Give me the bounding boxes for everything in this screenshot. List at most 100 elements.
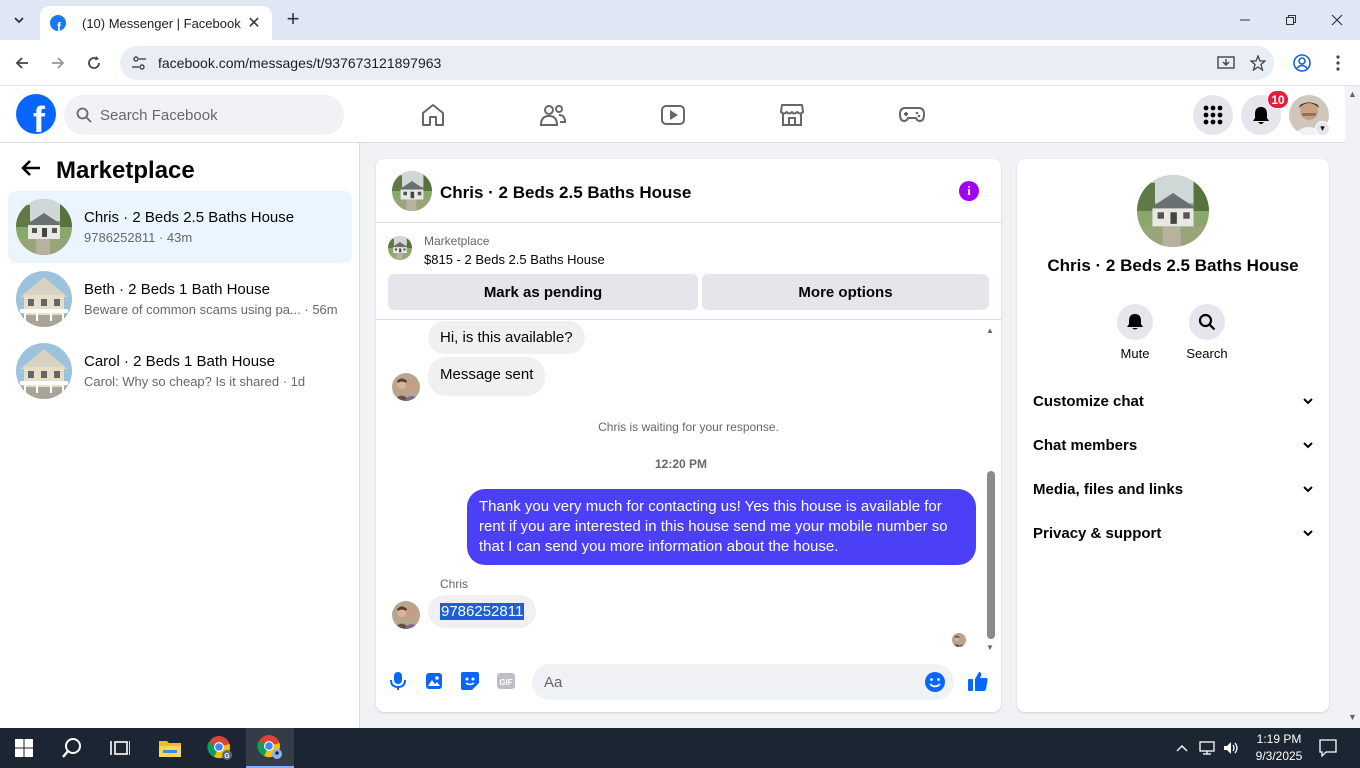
site-info-icon[interactable] [122, 55, 156, 71]
nav-gaming[interactable] [897, 100, 927, 130]
chrome-icon [257, 735, 282, 759]
conversation-item-beth[interactable]: Beth · 2 Beds 1 Bath House Beware of com… [8, 263, 352, 335]
install-app-icon[interactable] [1210, 55, 1242, 71]
restore-icon [1286, 15, 1296, 25]
chevron-down-icon [14, 17, 24, 24]
minimize-button[interactable] [1233, 8, 1257, 32]
page-scroll-up-arrow[interactable]: ▲ [1348, 89, 1357, 99]
back-arrow-icon[interactable] [20, 157, 44, 185]
search-input[interactable] [100, 106, 320, 124]
chat-members-row[interactable]: Chat members [1025, 423, 1321, 467]
new-tab-button[interactable]: + [282, 8, 304, 32]
chat-avatar[interactable] [392, 171, 432, 211]
task-view-button[interactable] [96, 728, 144, 768]
system-clock[interactable]: 1:19 PM 9/3/2025 [1248, 731, 1310, 765]
reload-button[interactable] [82, 51, 106, 75]
incoming-message-phone[interactable]: 9786252811 [428, 595, 537, 628]
conversation-preview: Carol: Why so cheap? Is it shared · 1d [84, 374, 306, 389]
taskbar-search-button[interactable] [48, 728, 96, 768]
account-caret-icon[interactable]: ▾ [1315, 121, 1330, 136]
tab-search-dropdown[interactable] [6, 8, 32, 32]
windows-taskbar: G 1:19 PM 9/3/2025 [0, 728, 1360, 768]
message-input[interactable] [544, 673, 904, 691]
search-in-conversation-button[interactable]: Search [1177, 304, 1237, 361]
conversation-preview: 9786252811 · 43m [84, 230, 193, 245]
scroll-down-arrow[interactable]: ▼ [986, 643, 994, 652]
scrollbar-thumb[interactable] [987, 471, 995, 639]
incoming-message[interactable]: Hi, is this available? [428, 321, 585, 354]
nav-friends[interactable] [538, 100, 568, 130]
message-input-box[interactable] [532, 664, 954, 700]
network-button[interactable] [1197, 738, 1217, 758]
close-window-button[interactable] [1325, 8, 1349, 32]
emoji-icon[interactable] [924, 671, 946, 693]
message-composer: GIF [376, 656, 1001, 708]
menu-button[interactable] [1193, 95, 1233, 135]
account-circle-icon [1293, 54, 1311, 72]
show-hidden-icons-button[interactable] [1172, 738, 1192, 758]
network-icon [1199, 741, 1215, 755]
maximize-button[interactable] [1279, 8, 1303, 32]
marketplace-sidebar: Marketplace Chris · 2 Beds 2.5 Baths Hou… [0, 143, 360, 728]
send-like-button[interactable] [966, 669, 990, 693]
chrome-button[interactable]: G [196, 728, 244, 768]
conversation-avatar [16, 271, 72, 327]
thumbs-up-icon [968, 672, 988, 691]
info-icon[interactable]: i [959, 181, 979, 201]
chat-title[interactable]: Chris · 2 Beds 2.5 Baths House [440, 183, 691, 203]
page-scroll-down-arrow[interactable]: ▼ [1348, 712, 1357, 722]
sticker-button[interactable] [458, 669, 482, 693]
listing-thumbnail[interactable] [388, 236, 412, 260]
outgoing-message[interactable]: Thank you very much for contacting us! Y… [467, 489, 976, 565]
close-tab-icon[interactable]: ✕ [246, 13, 262, 33]
arrow-left-icon [15, 57, 28, 69]
bookmark-star-icon[interactable] [1242, 55, 1274, 71]
sender-avatar[interactable] [392, 373, 420, 401]
url-text[interactable]: facebook.com/messages/t/937673121897963 [158, 55, 1210, 71]
file-explorer-button[interactable] [146, 728, 194, 768]
back-button[interactable] [10, 51, 34, 75]
selected-text[interactable]: 9786252811 [440, 603, 525, 620]
facebook-logo-icon[interactable]: f [16, 94, 56, 134]
listing-title[interactable]: $815 - 2 Beds 2.5 Baths House [424, 252, 605, 267]
voice-clip-button[interactable] [386, 669, 410, 693]
photo-icon [426, 673, 442, 689]
profile-button[interactable] [1290, 51, 1314, 75]
nav-video[interactable] [658, 100, 688, 130]
conversation-avatar [16, 199, 72, 255]
conversation-profile-avatar[interactable] [1137, 175, 1209, 247]
conversation-item-chris[interactable]: Chris · 2 Beds 2.5 Baths House 978625281… [8, 191, 352, 263]
nav-home[interactable] [418, 100, 448, 130]
volume-button[interactable] [1221, 738, 1241, 758]
address-bar[interactable]: facebook.com/messages/t/937673121897963 [120, 46, 1274, 80]
mute-button[interactable]: Mute [1105, 304, 1165, 361]
browser-menu-button[interactable] [1326, 51, 1350, 75]
more-options-button[interactable]: More options [702, 274, 989, 310]
mark-as-pending-button[interactable]: Mark as pending [388, 274, 698, 310]
media-files-links-row[interactable]: Media, files and links [1025, 467, 1321, 511]
privacy-support-row[interactable]: Privacy & support [1025, 511, 1321, 555]
search-icon [62, 738, 81, 758]
message-scrollbar[interactable]: ▲ ▼ [984, 326, 996, 652]
task-view-icon [110, 741, 130, 755]
search-box[interactable] [64, 95, 344, 135]
customize-chat-row[interactable]: Customize chat [1025, 379, 1321, 423]
attach-photo-button[interactable] [422, 669, 446, 693]
notifications-center-button[interactable] [1318, 738, 1338, 758]
conversation-item-carol[interactable]: Carol · 2 Beds 1 Bath House Carol: Why s… [8, 335, 352, 407]
chevron-down-icon [1303, 441, 1313, 448]
gif-button[interactable]: GIF [494, 669, 518, 693]
sender-name: Chris [440, 577, 469, 591]
browser-tab-messenger[interactable]: f (10) Messenger | Facebook ✕ [40, 6, 272, 40]
scroll-up-arrow[interactable]: ▲ [986, 326, 994, 335]
forward-button[interactable] [46, 51, 70, 75]
bell-icon [1127, 314, 1143, 330]
start-button[interactable] [0, 728, 48, 768]
incoming-message[interactable]: Message sent [428, 357, 546, 396]
sender-avatar[interactable] [392, 601, 420, 629]
chrome-active-button[interactable] [246, 728, 294, 768]
clock-time: 1:19 PM [1256, 732, 1302, 746]
folder-icon [159, 741, 181, 757]
row-label: Privacy & support [1033, 524, 1162, 542]
nav-marketplace[interactable] [777, 100, 807, 130]
